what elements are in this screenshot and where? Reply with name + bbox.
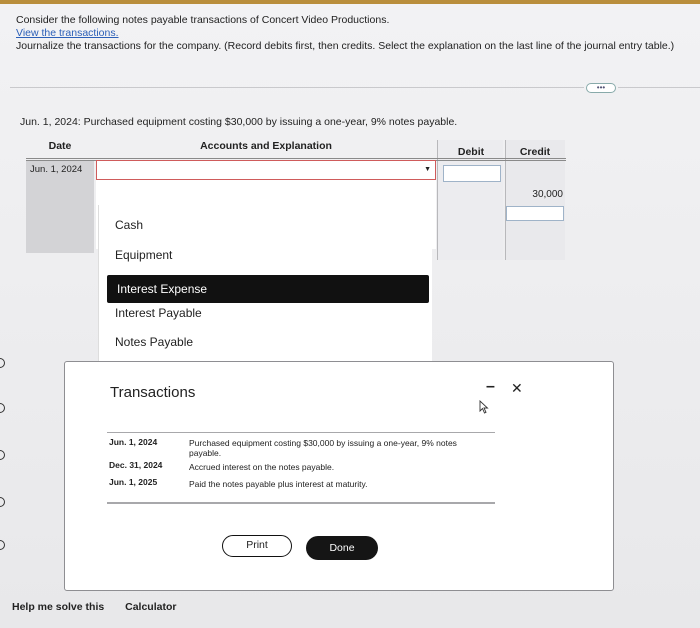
done-button[interactable]: Done [306,536,378,560]
header-date: Date [48,140,72,152]
divider-right [618,87,700,88]
transactions-table: Jun. 1, 2024 Purchased equipment costing… [107,432,495,504]
top-accent-bar [0,0,700,4]
intro-line-1: Consider the following notes payable tra… [16,14,390,26]
divider-left [10,87,584,88]
account-select[interactable]: ▼ [96,160,436,180]
dropdown-option-equipment[interactable]: Equipment [115,248,172,262]
cursor-icon [479,400,489,414]
tx-date: Dec. 31, 2024 [109,460,163,470]
print-button[interactable]: Print [222,535,292,557]
header-credit: Credit [519,146,551,158]
instructions: Consider the following notes payable tra… [16,14,674,53]
radio-mark[interactable] [0,450,5,460]
tx-desc: Purchased equipment costing $30,000 by i… [189,438,457,458]
header-debit: Debit [457,146,485,158]
view-transactions-link[interactable]: View the transactions. [16,27,119,39]
radio-mark[interactable] [0,497,5,507]
left-edge-radio-marks [0,300,14,560]
radio-mark[interactable] [0,540,5,550]
footer: Help me solve this Calculator [12,601,194,613]
dropdown-option-interest-expense[interactable]: Interest Expense [107,275,429,303]
radio-mark[interactable] [0,403,5,413]
dropdown-option-cash[interactable]: Cash [115,218,143,232]
tx-date: Jun. 1, 2024 [109,437,158,447]
chevron-down-icon: ▼ [424,166,431,173]
radio-mark[interactable] [0,358,5,368]
tx-desc: Accrued interest on the notes payable. [189,462,335,472]
account-dropdown-list: Cash Equipment Interest Expense Interest… [98,205,432,363]
credit-value: 30,000 [532,189,563,200]
problem-statement: Jun. 1, 2024: Purchased equipment costin… [20,116,458,128]
date-cell: Jun. 1, 2024 [26,161,94,253]
header-accounts: Accounts and Explanation [200,140,332,152]
close-icon[interactable]: ✕ [511,380,523,397]
intro-line-3: Journalize the transactions for the comp… [16,40,675,52]
tx-desc: Paid the notes payable plus interest at … [189,479,368,489]
dropdown-option-interest-payable[interactable]: Interest Payable [115,306,202,320]
help-me-solve-button[interactable]: Help me solve this [12,601,104,613]
dropdown-option-notes-payable[interactable]: Notes Payable [115,335,193,349]
calculator-button[interactable]: Calculator [125,601,176,613]
credit-input[interactable] [506,206,564,221]
minimize-icon[interactable]: – [486,378,495,396]
debit-input[interactable] [443,165,501,182]
tx-date: Jun. 1, 2025 [109,477,158,487]
modal-title: Transactions [110,384,196,401]
transactions-modal: Transactions – ✕ Jun. 1, 2024 Purchased … [64,361,614,591]
more-options-button[interactable]: ••• [586,83,616,93]
page: Consider the following notes payable tra… [0,0,700,628]
